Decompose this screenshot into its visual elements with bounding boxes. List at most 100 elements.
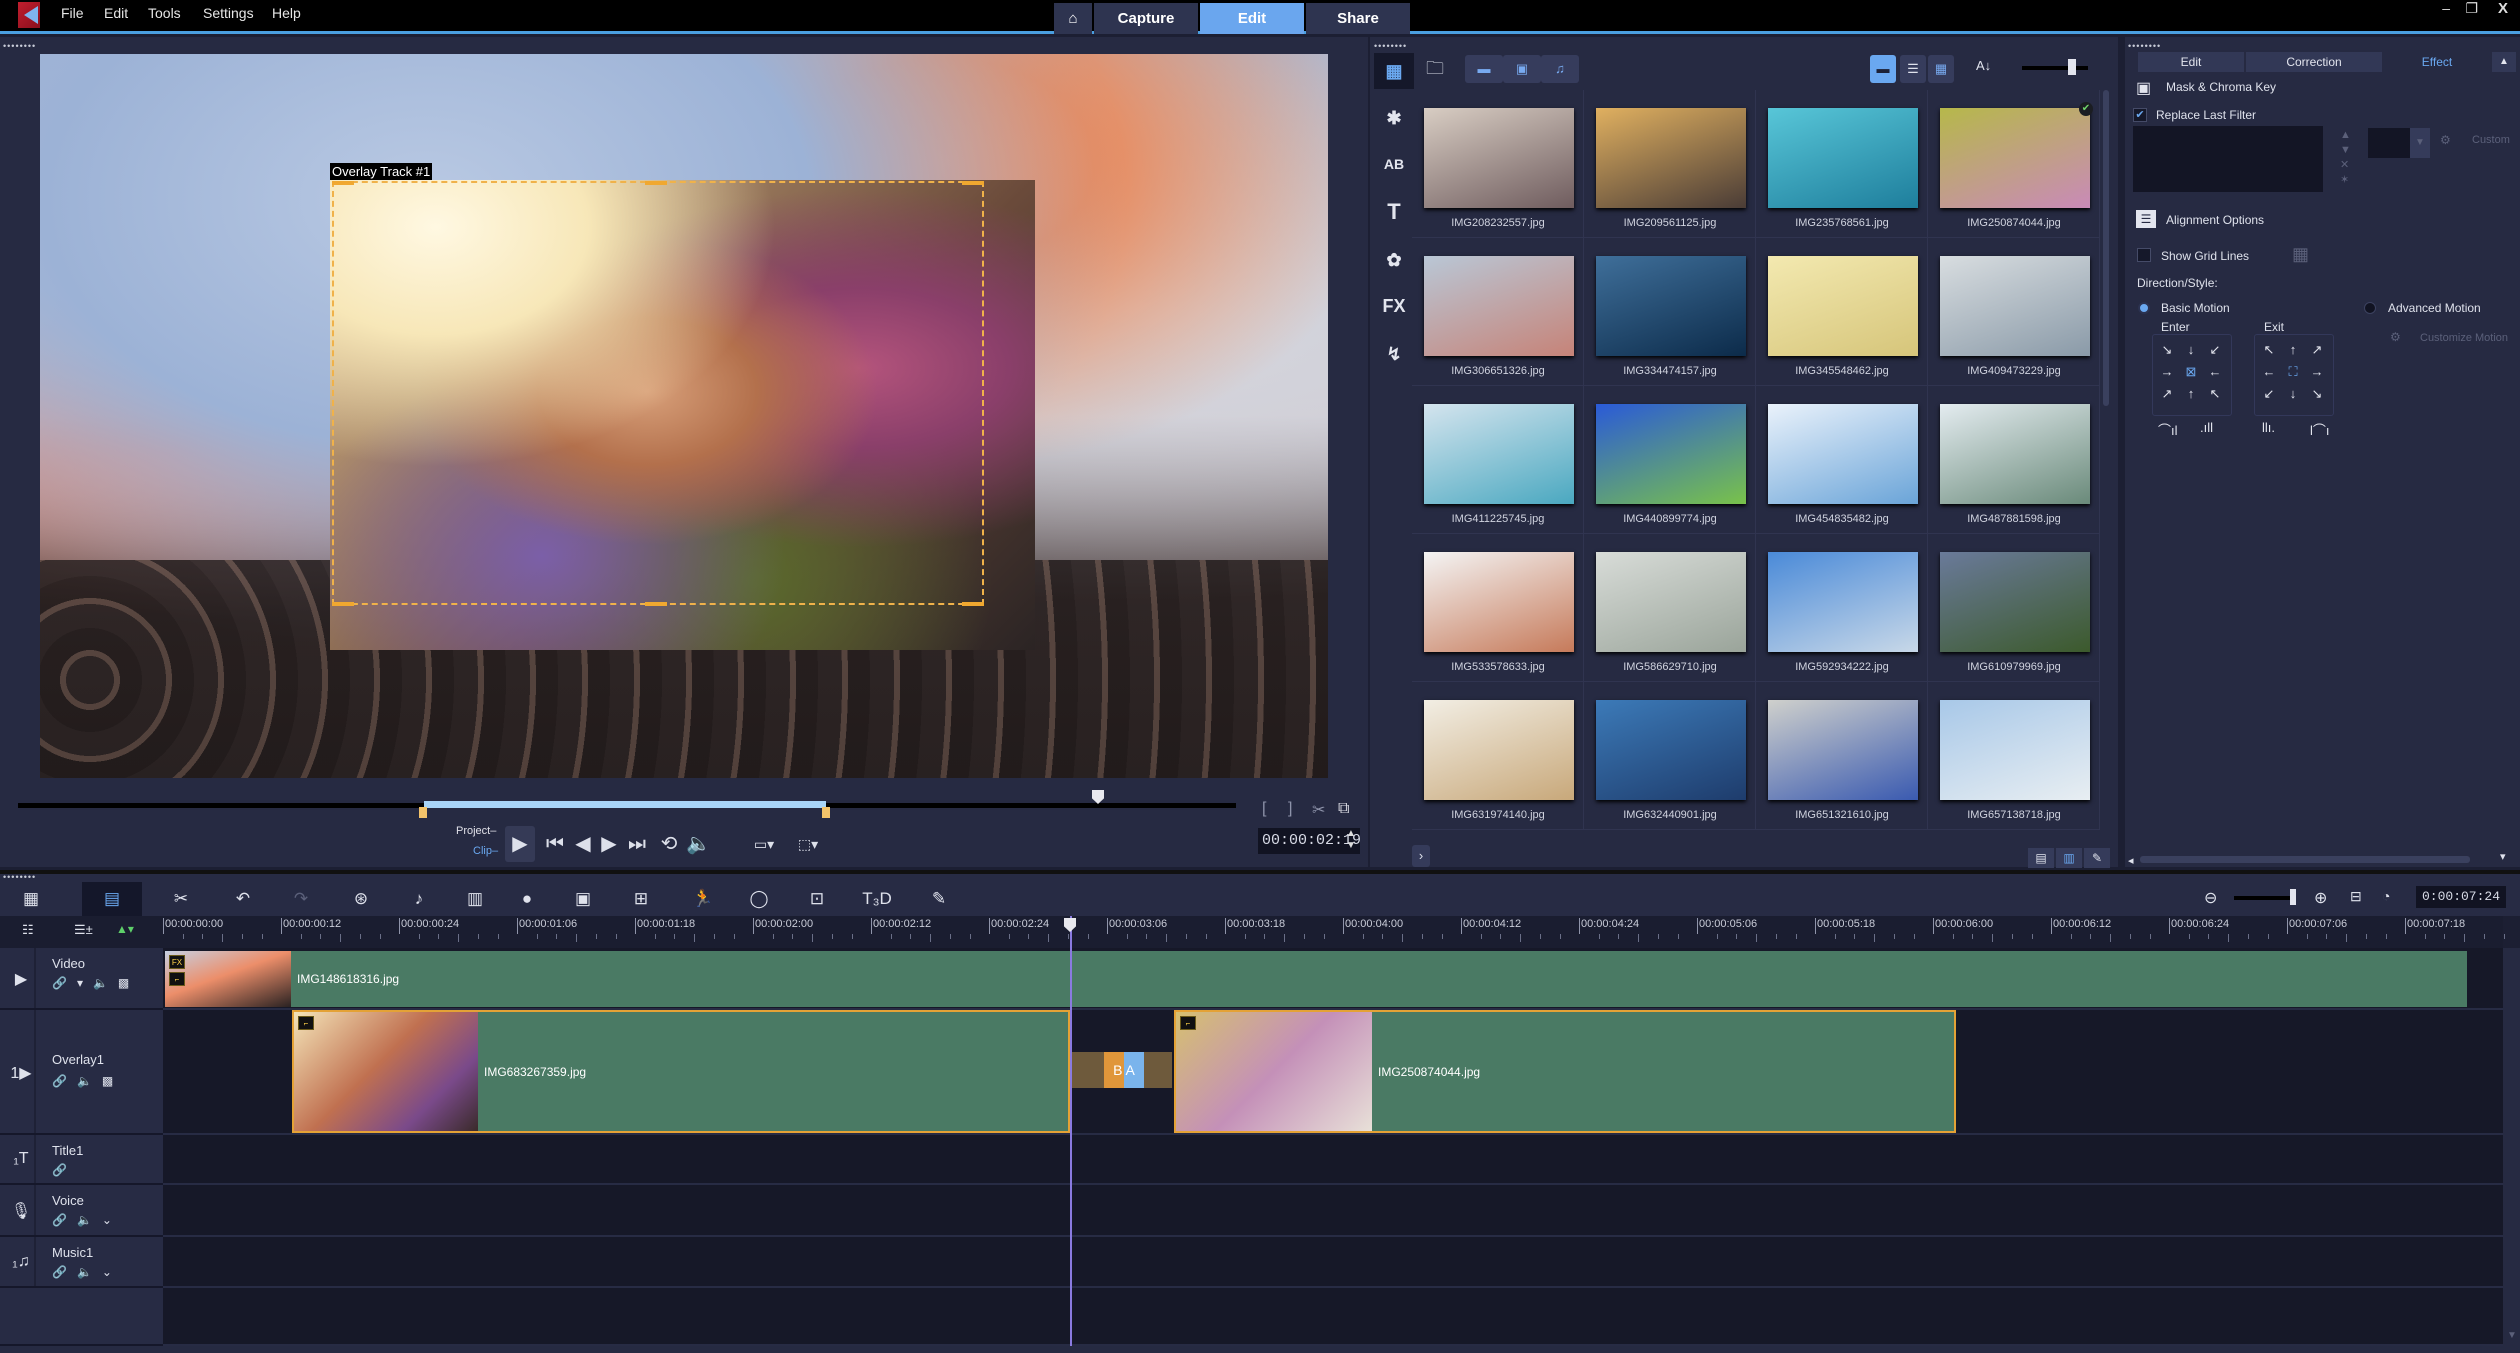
split-clip-icon[interactable]: ✂ [1312,800,1325,820]
track-lane-music1[interactable] [163,1237,2503,1288]
enter-direction-5[interactable]: ← [2203,361,2227,383]
track-header-overlay1[interactable]: 1▶ Overlay1 🔗🔈▩ [0,1010,163,1135]
link-icon[interactable]: 🔗▾ [52,976,93,990]
applied-filters-list[interactable] [2133,126,2323,192]
panel-grip[interactable]: •••••••• [3,873,36,882]
zoom-out-button[interactable]: ⊖ [2204,888,2217,908]
toolbar-customize-button[interactable]: ✂ [164,882,198,916]
exit-direction-0[interactable]: ↖ [2257,339,2281,361]
play-button[interactable]: ▶ [505,826,535,862]
enter-direction-0[interactable]: ↘ [2155,339,2179,361]
menu-file[interactable]: File [61,5,84,21]
filter-order-controls[interactable]: ▲ ▼ ✕ ✶ [2340,128,2351,188]
replace-last-filter-checkbox[interactable]: ✔ [2133,108,2147,122]
grid-icon[interactable]: ▩ [102,1074,123,1088]
track-manager-button[interactable]: ☷ [22,922,34,938]
motion-tracking-button[interactable]: ● [510,882,544,916]
grid-view-button[interactable]: ▦ [1928,55,1954,83]
repeat-button[interactable]: ⟲ [656,826,682,862]
time-remapping-button[interactable]: 🏃 [686,882,720,916]
enlarge-preview-icon[interactable]: ⧉ [1338,800,1349,818]
3d-title-button[interactable]: T₃D [860,882,894,916]
show-photos-button[interactable]: ▣ [1503,55,1541,83]
menu-tools[interactable]: Tools [148,5,181,21]
timeline-zoom-handle[interactable] [2290,889,2296,905]
enter-direction-4[interactable]: ⊠ [2179,361,2203,383]
ripple-editing-button[interactable]: ▲▾ [116,922,134,936]
track-lane-voice[interactable] [163,1185,2503,1237]
zoom-in-button[interactable]: ⊕ [2314,888,2327,908]
title-button[interactable]: T [1374,194,1414,230]
expand-icon[interactable]: ⌄ [102,1265,122,1279]
options-h-scrollbar[interactable] [2140,856,2470,863]
graphics-button[interactable]: ✿ [1374,242,1414,278]
timeline-scroll-down[interactable]: ▼ [2507,1330,2517,1341]
mark-in-icon[interactable]: [ [1262,800,1266,818]
timeline-h-scrollbar[interactable] [0,1346,2520,1353]
sound-mixer-button[interactable]: ♪ [402,882,436,916]
home-frame-button[interactable]: ⏮ [544,826,566,862]
mask-creator-button[interactable]: ◯ [742,882,776,916]
subtitle-editor-button[interactable]: ▣ [566,882,600,916]
library-item[interactable]: IMG209561125.jpg [1584,90,1756,238]
fit-project-button[interactable]: ⊟ [2350,888,2362,905]
advanced-motion-radio[interactable] [2364,302,2376,314]
library-item[interactable]: IMG334474157.jpg [1584,238,1756,386]
resize-handle-bl[interactable] [332,602,354,606]
home-button[interactable]: ⌂ [1054,3,1092,34]
customize-motion-button[interactable]: Customize Motion [2420,332,2508,344]
thumbnail-size-slider[interactable] [2022,66,2088,70]
options-toggle-button[interactable]: ▥ [2056,848,2082,868]
path-button[interactable]: ↯ [1374,336,1414,372]
timeline-clip[interactable]: ⌐ IMG683267359.jpg [292,1010,1070,1133]
mask-chroma-key-button[interactable]: Mask & Chroma Key [2166,80,2276,94]
panel-grip[interactable]: •••••••• [1374,42,1407,51]
panel-grip[interactable]: •••••••• [3,42,36,51]
exit-direction-1[interactable]: ↑ [2281,339,2305,361]
close-button[interactable]: X [2498,0,2508,17]
enter-direction-3[interactable]: → [2155,361,2179,383]
track-header-title1[interactable]: ₁T Title1 🔗 [0,1135,163,1185]
library-item[interactable]: IMG306651326.jpg [1412,238,1584,386]
timeline-v-scrollbar[interactable] [2503,948,2520,1348]
library-item[interactable]: IMG208232557.jpg [1412,90,1584,238]
library-item[interactable]: IMG409473229.jpg [1928,238,2100,386]
video-track-icon[interactable]: ▶ [6,969,36,989]
menu-settings[interactable]: Settings [203,5,254,21]
resize-handle-br[interactable] [962,602,984,606]
exit-direction-6[interactable]: ↙ [2257,383,2281,405]
customize-filter-button[interactable]: Custom [2472,134,2510,146]
previous-frame-button[interactable]: ◀ [572,826,594,862]
safe-area-button[interactable]: ⬚▾ [792,826,824,862]
options-scroll-left[interactable]: ◂ [2128,854,2134,867]
project-mode-label[interactable]: Project– [456,825,496,837]
grid-settings-icon[interactable]: ▦ [2292,244,2309,265]
basic-motion-radio[interactable] [2138,302,2150,314]
redo-button[interactable]: ↷ [284,882,318,916]
options-tab-correction[interactable]: Correction [2246,52,2382,72]
preview-timecode[interactable]: 00:00:02:19 [1258,828,1361,854]
speaker-icon[interactable]: 🔈 [77,1074,102,1088]
overlay-selection-box[interactable] [332,181,984,605]
library-item[interactable]: IMG631974140.jpg [1412,682,1584,830]
resize-handle-tr[interactable] [962,181,984,185]
library-item[interactable]: IMG610979969.jpg [1928,534,2100,682]
painting-creator-button[interactable]: ✎ [922,882,956,916]
link-icon[interactable]: 🔗 [52,1213,77,1227]
multi-camera-button[interactable]: ⊞ [624,882,658,916]
speaker-icon[interactable]: 🔈 [77,1213,102,1227]
resize-handle-tl[interactable] [332,181,354,185]
sort-button[interactable]: A↓ [1976,58,1991,73]
library-item[interactable]: IMG487881598.jpg [1928,386,2100,534]
volume-button[interactable]: 🔈 [686,826,711,862]
enter-direction-7[interactable]: ↑ [2179,383,2203,405]
thumbnail-size-handle[interactable] [2068,59,2076,75]
library-item[interactable]: IMG657138718.jpg [1928,682,2100,830]
exit-direction-8[interactable]: ↘ [2305,383,2329,405]
transition-clip[interactable]: B A [1072,1052,1172,1088]
mark-out-icon[interactable]: ] [1288,800,1292,818]
title-track-icon[interactable]: ₁T [6,1150,36,1168]
trim-end-marker[interactable] [822,807,830,818]
edit-properties-button[interactable]: ✎ [2084,848,2110,868]
timeline-view-button[interactable]: ▤ [82,882,142,916]
